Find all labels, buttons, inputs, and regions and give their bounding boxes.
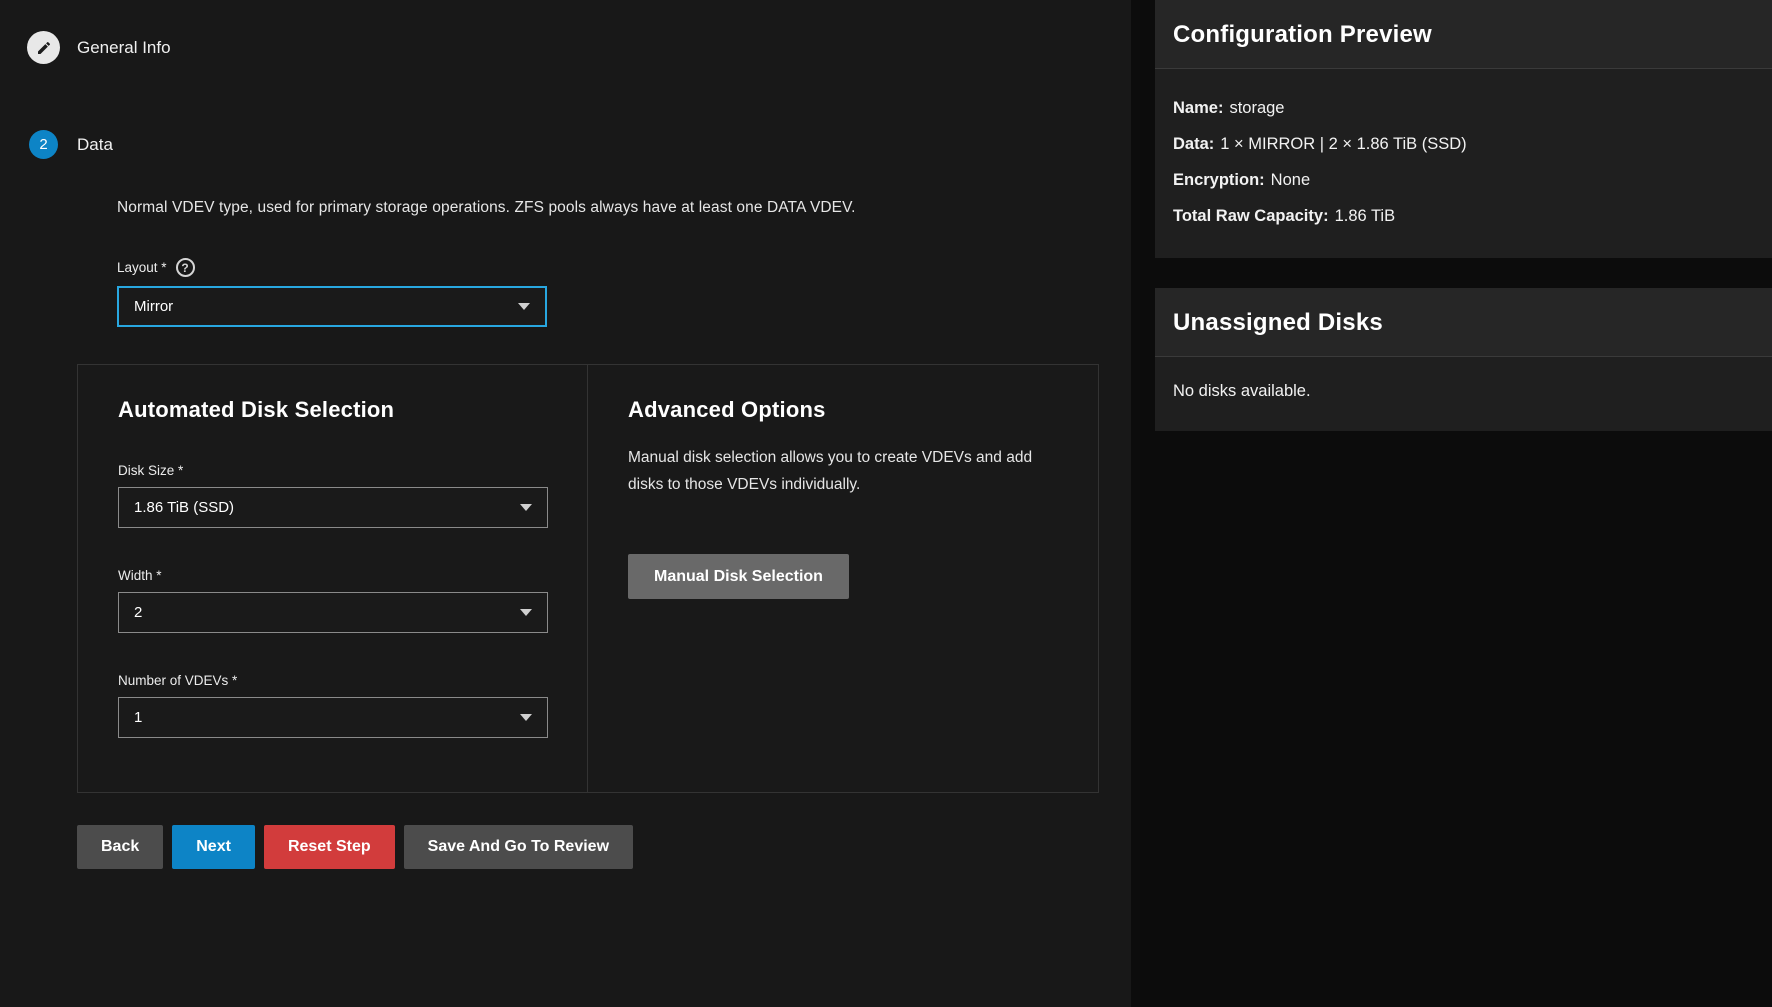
step-data-label: Data — [77, 135, 113, 155]
layout-label-text: Layout * — [117, 260, 167, 275]
next-button[interactable]: Next — [172, 825, 255, 869]
width-label: Width * — [118, 568, 587, 583]
number-of-vdevs-select[interactable]: 1 — [118, 697, 548, 738]
step-general-info-label: General Info — [77, 38, 171, 58]
layout-select-value: Mirror — [134, 298, 173, 315]
disk-selection-panel: Automated Disk Selection Disk Size * 1.8… — [77, 364, 1099, 793]
edit-pencil-icon — [27, 31, 60, 64]
automated-disk-selection-section: Automated Disk Selection Disk Size * 1.8… — [78, 365, 588, 792]
reset-step-button[interactable]: Reset Step — [264, 825, 395, 869]
wizard-actions: Back Next Reset Step Save And Go To Revi… — [77, 825, 1131, 869]
preview-row-name: Name: storage — [1173, 90, 1754, 126]
disk-size-select[interactable]: 1.86 TiB (SSD) — [118, 487, 548, 528]
width-select-value: 2 — [134, 604, 142, 621]
no-disks-message: No disks available. — [1173, 378, 1754, 407]
unassigned-disks-title: Unassigned Disks — [1173, 309, 1754, 337]
configuration-preview-header: Configuration Preview — [1155, 0, 1772, 69]
layout-select[interactable]: Mirror — [117, 286, 547, 327]
unassigned-disks-body: No disks available. — [1155, 357, 1772, 431]
step-number-icon: 2 — [29, 130, 58, 159]
preview-encryption-label: Encryption: — [1173, 171, 1265, 189]
preview-encryption-value: None — [1271, 171, 1310, 189]
number-of-vdevs-field: Number of VDEVs * 1 — [118, 673, 587, 738]
configuration-sidebar: Configuration Preview Name: storage Data:… — [1155, 0, 1772, 1007]
configuration-preview-body: Name: storage Data: 1 × MIRROR | 2 × 1.86 … — [1155, 69, 1772, 258]
data-step-content: Normal VDEV type, used for primary stora… — [0, 161, 1131, 869]
help-icon[interactable]: ? — [176, 258, 195, 277]
layout-field: Layout * ? Mirror — [117, 258, 1131, 327]
preview-capacity-label: Total Raw Capacity: — [1173, 207, 1329, 225]
width-field: Width * 2 — [118, 568, 587, 633]
advanced-options-section: Advanced Options Manual disk selection a… — [588, 365, 1102, 792]
preview-row-capacity: Total Raw Capacity: 1.86 TiB — [1173, 198, 1754, 234]
disk-size-field: Disk Size * 1.86 TiB (SSD) — [118, 463, 587, 528]
save-and-go-to-review-button[interactable]: Save And Go To Review — [404, 825, 633, 869]
disk-size-label: Disk Size * — [118, 463, 587, 478]
pool-wizard-main: General Info 2 Data Normal VDEV type, us… — [0, 0, 1131, 1007]
chevron-down-icon — [520, 714, 532, 721]
disk-size-select-value: 1.86 TiB (SSD) — [134, 499, 234, 516]
configuration-preview-card: Configuration Preview Name: storage Data:… — [1155, 0, 1772, 258]
preview-row-encryption: Encryption: None — [1173, 162, 1754, 198]
layout-field-label: Layout * ? — [117, 258, 1131, 277]
preview-data-value: 1 × MIRROR | 2 × 1.86 TiB (SSD) — [1220, 135, 1466, 153]
chevron-down-icon — [520, 609, 532, 616]
advanced-options-description: Manual disk selection allows you to crea… — [628, 444, 1062, 498]
preview-name-value: storage — [1229, 99, 1284, 117]
back-button[interactable]: Back — [77, 825, 163, 869]
manual-disk-selection-button[interactable]: Manual Disk Selection — [628, 554, 849, 599]
width-select[interactable]: 2 — [118, 592, 548, 633]
preview-name-label: Name: — [1173, 99, 1223, 117]
preview-capacity-value: 1.86 TiB — [1335, 207, 1396, 225]
configuration-preview-title: Configuration Preview — [1173, 21, 1754, 49]
automated-disk-selection-title: Automated Disk Selection — [118, 397, 587, 423]
number-of-vdevs-select-value: 1 — [134, 709, 142, 726]
number-of-vdevs-label: Number of VDEVs * — [118, 673, 587, 688]
unassigned-disks-header: Unassigned Disks — [1155, 288, 1772, 357]
chevron-down-icon — [520, 504, 532, 511]
advanced-options-title: Advanced Options — [628, 397, 1062, 423]
chevron-down-icon — [518, 303, 530, 310]
preview-row-data: Data: 1 × MIRROR | 2 × 1.86 TiB (SSD) — [1173, 126, 1754, 162]
data-vdev-description: Normal VDEV type, used for primary stora… — [117, 199, 1131, 217]
step-data[interactable]: 2 Data — [0, 128, 1131, 161]
step-general-info[interactable]: General Info — [0, 0, 1131, 64]
preview-data-label: Data: — [1173, 135, 1214, 153]
unassigned-disks-card: Unassigned Disks No disks available. — [1155, 288, 1772, 431]
